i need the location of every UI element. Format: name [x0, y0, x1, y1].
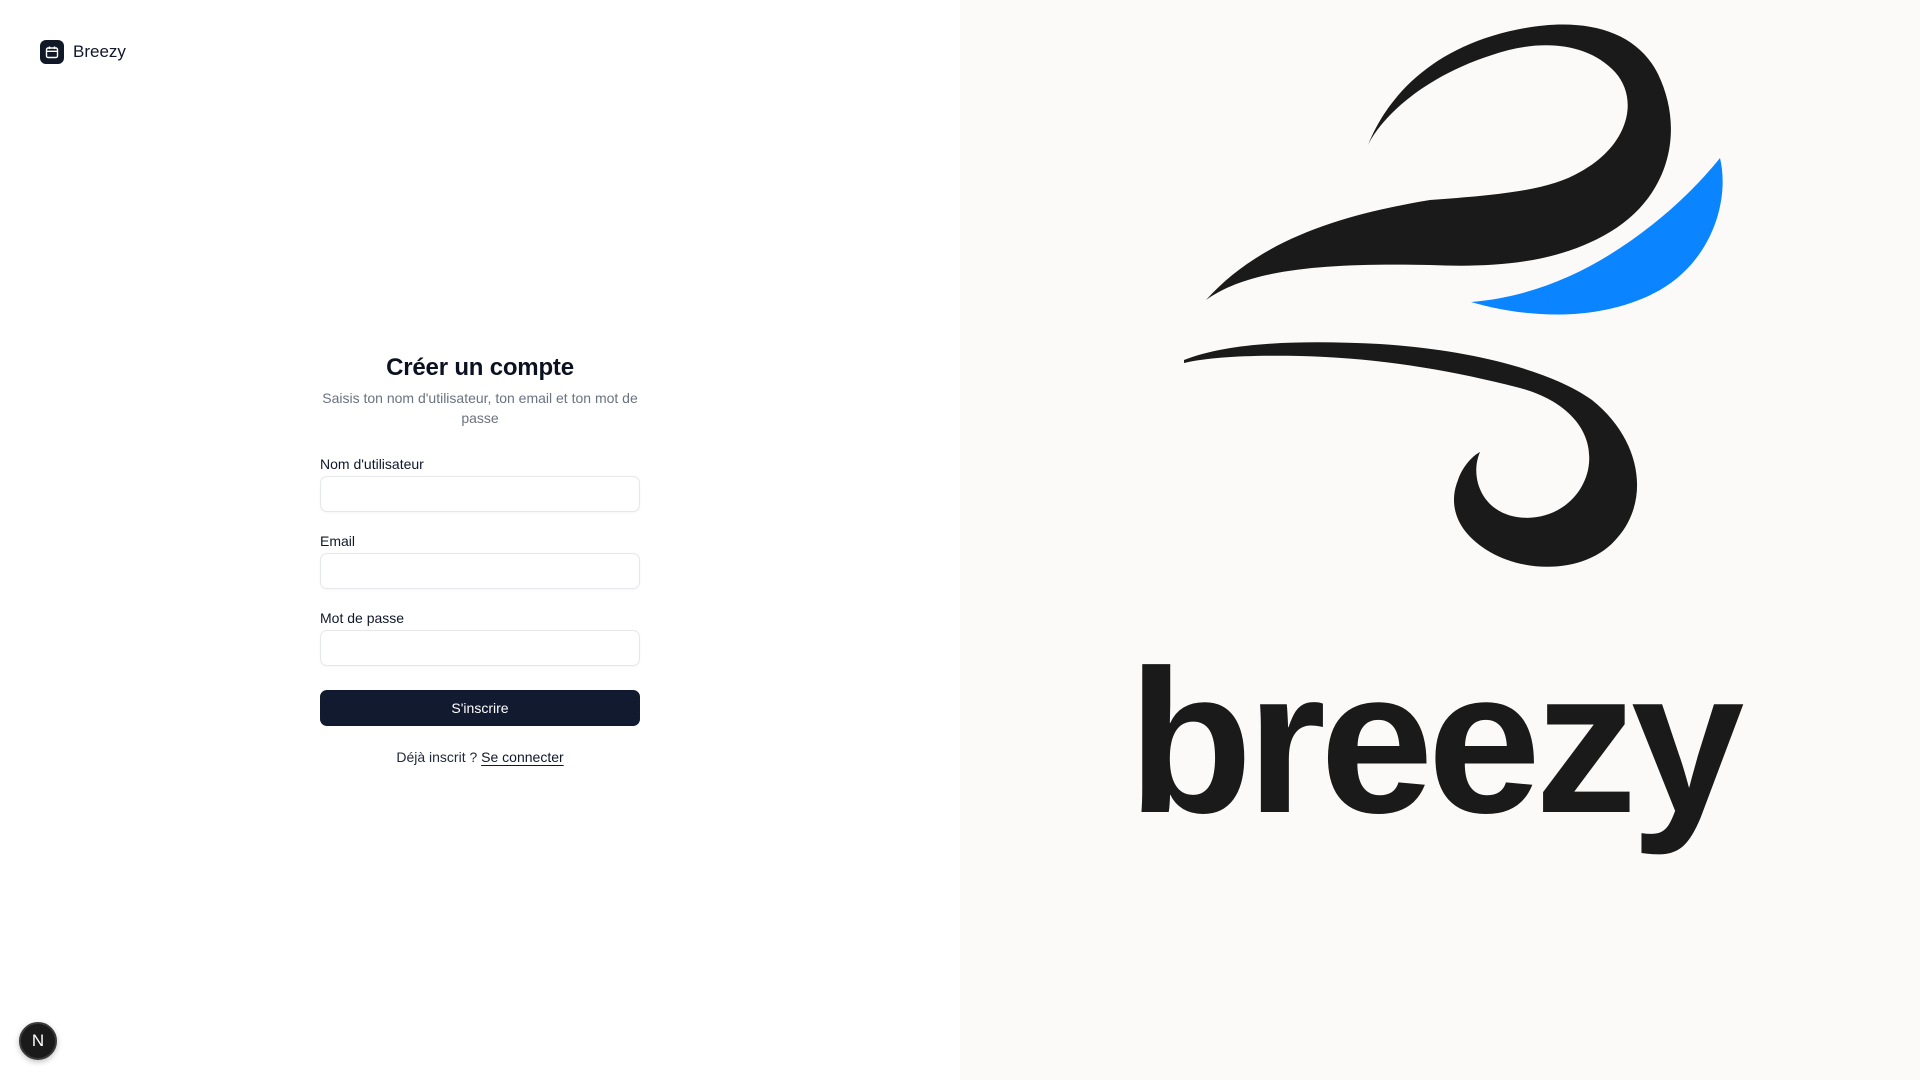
page-subtitle: Saisis ton nom d'utilisateur, ton email …: [322, 390, 638, 426]
username-input[interactable]: [320, 476, 640, 512]
logo-top-swirl: [1206, 24, 1671, 300]
password-label: Mot de passe: [320, 610, 405, 626]
hero-panel: breezy: [960, 0, 1920, 1080]
brand[interactable]: Breezy: [40, 40, 126, 64]
signup-button[interactable]: S'inscrire: [320, 690, 640, 726]
password-input[interactable]: [320, 630, 640, 666]
username-field: Nom d'utilisateur: [320, 456, 640, 512]
login-prompt-text: Déjà inscrit ?: [396, 749, 478, 765]
username-label: Nom d'utilisateur: [320, 456, 424, 472]
form-panel: Breezy Créer un compte Saisis ton nom d'…: [0, 0, 960, 1080]
hero-wordmark: breezy: [1128, 628, 1744, 856]
email-field: Email: [320, 533, 640, 589]
signup-page: Breezy Créer un compte Saisis ton nom d'…: [0, 0, 1920, 1080]
brand-name: Breezy: [73, 42, 126, 61]
page-title: Créer un compte: [386, 354, 574, 381]
email-label: Email: [320, 533, 356, 549]
calendar-icon: [40, 40, 64, 64]
logo-bottom-swirl: [1184, 342, 1638, 567]
email-input[interactable]: [320, 553, 640, 589]
wind-logo-icon: [1184, 24, 1723, 567]
next-dev-badge[interactable]: N: [19, 1022, 57, 1060]
password-field: Mot de passe: [320, 610, 640, 666]
login-prompt-line: Déjà inscrit ? Se connecter: [320, 749, 640, 765]
signup-form: Créer un compte Saisis ton nom d'utilisa…: [320, 354, 640, 765]
next-dev-badge-text: N: [31, 1031, 45, 1050]
login-link[interactable]: Se connecter: [481, 749, 564, 765]
